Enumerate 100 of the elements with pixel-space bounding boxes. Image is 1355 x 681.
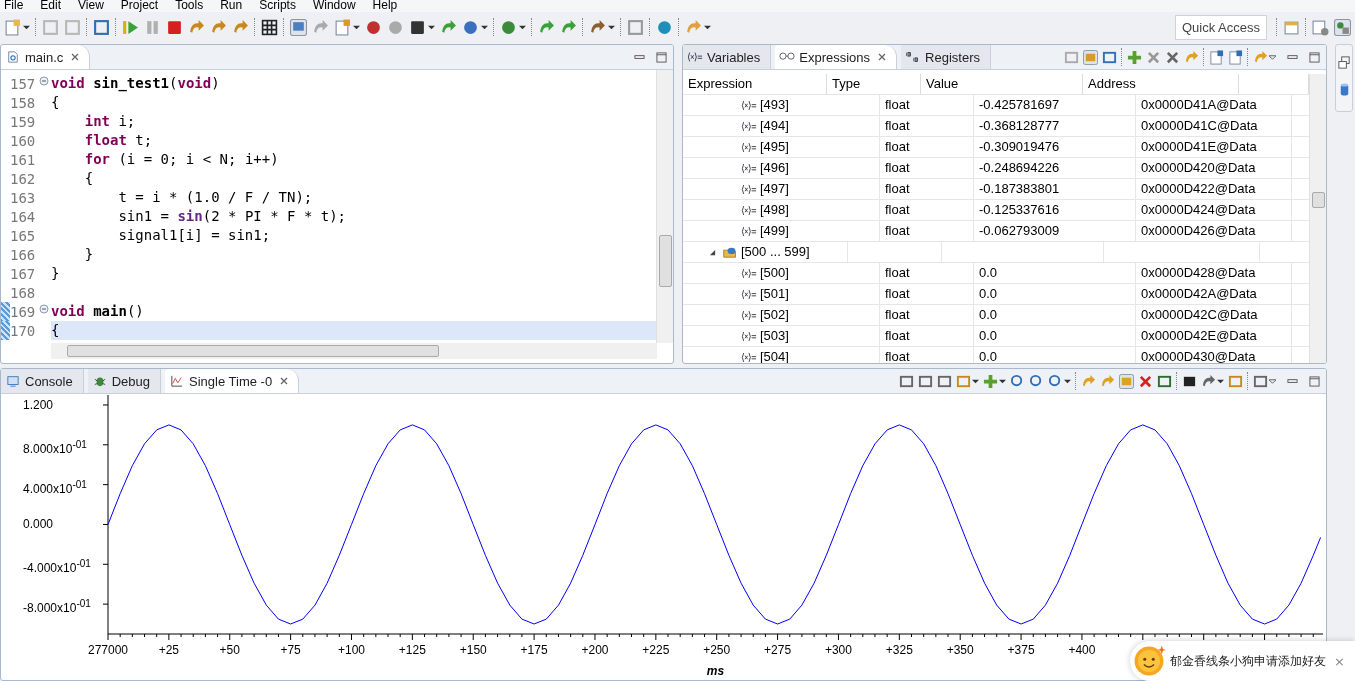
maximize-icon[interactable] [1309,51,1320,63]
folder-icon [722,246,738,258]
menu-item[interactable]: Run [216,0,256,12]
code-line: float t; [83,132,153,148]
menu-item[interactable]: Project [116,0,172,12]
y-tick-label: -4.000x10$^{-01}$ [23,557,91,573]
x-tick-label: +200 [581,643,609,657]
x-axis-origin-label: 277000 [88,643,128,657]
line-number: 163 [10,189,37,206]
view-tab[interactable]: Debug [87,369,161,393]
resume-icon[interactable] [122,18,139,36]
view-tab[interactable]: Expressions [775,45,898,69]
x-tick-label: +325 [885,643,913,657]
code-line: sin1 = sin(2 * PI * F * t); [117,208,347,224]
maximize-icon[interactable] [656,51,667,63]
table-cell: float [880,116,974,136]
table-cell: float [880,158,974,178]
dropdown-caret-icon[interactable] [972,377,979,385]
vertical-scrollbar[interactable] [1309,74,1326,363]
dropdown-caret-icon[interactable] [1064,377,1071,385]
frame-icon[interactable] [627,18,644,36]
x-tick-label: +125 [398,643,426,657]
expression-name[interactable]: [497] [760,179,789,199]
dropdown-caret-icon[interactable] [519,23,526,31]
table-cell: 0x0000D42E@Data [1136,326,1292,346]
expression-name[interactable]: [500] [760,263,789,283]
close-icon[interactable] [71,53,80,61]
expression-name[interactable]: [503] [760,326,789,346]
suspend-icon[interactable] [144,18,161,36]
dropdown-caret-icon[interactable] [23,23,30,31]
quick-access-field[interactable]: Quick Access [1174,14,1267,40]
table-cell: float [880,137,974,157]
table-cell: float [880,347,974,363]
view-tab[interactable]: Console [1,369,84,393]
dropdown-caret-icon[interactable] [608,23,615,31]
restore-icon[interactable] [1336,55,1352,70]
view-tab[interactable]: Single Time -0 [165,369,300,393]
code-line: signal1[i] = sin1; [117,227,271,243]
menu-item[interactable]: Window [308,0,369,12]
menu-item[interactable]: Tools [171,0,217,12]
y-tick-label: 8.000x10$^{-01}$ [23,437,87,453]
dropdown-caret-icon[interactable] [481,23,488,31]
line-number: 160 [10,132,37,149]
expression-name[interactable]: [494] [760,116,789,136]
fold-icon[interactable] [39,75,49,86]
menu-item[interactable]: View [74,0,117,12]
x-tick-label: +25 [158,643,180,657]
variable-icon [741,351,757,363]
line-number: 157 [10,75,37,92]
remove-icon[interactable] [1138,373,1153,389]
ball-icon[interactable] [462,18,479,36]
view-tab[interactable]: Registers [901,45,991,69]
table-cell: -0.309019476 [974,137,1136,157]
table-cell: 0.0 [974,326,1136,346]
view-menu-icon[interactable] [1269,377,1276,385]
expression-name[interactable]: [500 ... 599] [741,242,810,262]
expand-arrow-icon[interactable] [709,248,716,256]
close-icon[interactable] [878,53,887,61]
dropdown-caret-icon[interactable] [704,23,711,31]
dropdown-caret-icon[interactable] [353,23,360,31]
notification-toast[interactable]: 郁金香线条小狗申请添加好友 × [1130,641,1355,681]
grid-icon[interactable] [261,18,278,36]
add-icon[interactable] [1127,49,1142,65]
table-cell: float [880,179,974,199]
code-line: } [83,246,94,262]
line-number: 169 [10,303,37,320]
expression-name[interactable]: [498] [760,200,789,220]
horizontal-scrollbar[interactable] [51,343,657,359]
table-cell: 0x0000D42C@Data [1136,305,1292,325]
maximize-icon[interactable] [1309,375,1320,387]
editor-tab[interactable]: main.c [1,45,91,69]
expression-name[interactable]: [495] [760,137,789,157]
table-cell: float [880,326,974,346]
view-tab[interactable]: Variables [683,45,772,69]
line-number: 170 [10,322,37,339]
menu-item[interactable]: Edit [36,0,75,12]
expression-name[interactable]: [501] [760,284,789,304]
expression-name[interactable]: [499] [760,221,789,241]
close-icon[interactable] [280,377,289,385]
fold-icon[interactable] [39,303,49,314]
view-menu-icon[interactable] [1269,53,1276,61]
line-number: 165 [10,227,37,244]
table-cell: float [880,284,974,304]
dropdown-caret-icon[interactable] [428,23,435,31]
terminate-icon[interactable] [166,18,183,36]
remove-all-icon[interactable] [1165,49,1180,65]
code-line: int i; [83,113,136,129]
menu-item[interactable]: File [0,0,37,12]
menu-item[interactable]: Scripts [255,0,309,12]
table-cell: -0.425781697 [974,95,1136,115]
expression-name[interactable]: [493] [760,95,789,115]
expression-name[interactable]: [502] [760,305,789,325]
remove-icon[interactable] [1146,49,1161,65]
x-tick-label: +300 [824,643,852,657]
menu-item[interactable]: Help [368,0,411,12]
vertical-scrollbar[interactable] [656,70,673,343]
expression-name[interactable]: [504] [760,347,789,363]
expression-name[interactable]: [496] [760,158,789,178]
close-button[interactable]: × [1330,653,1349,669]
table-cell: -0.187383801 [974,179,1136,199]
